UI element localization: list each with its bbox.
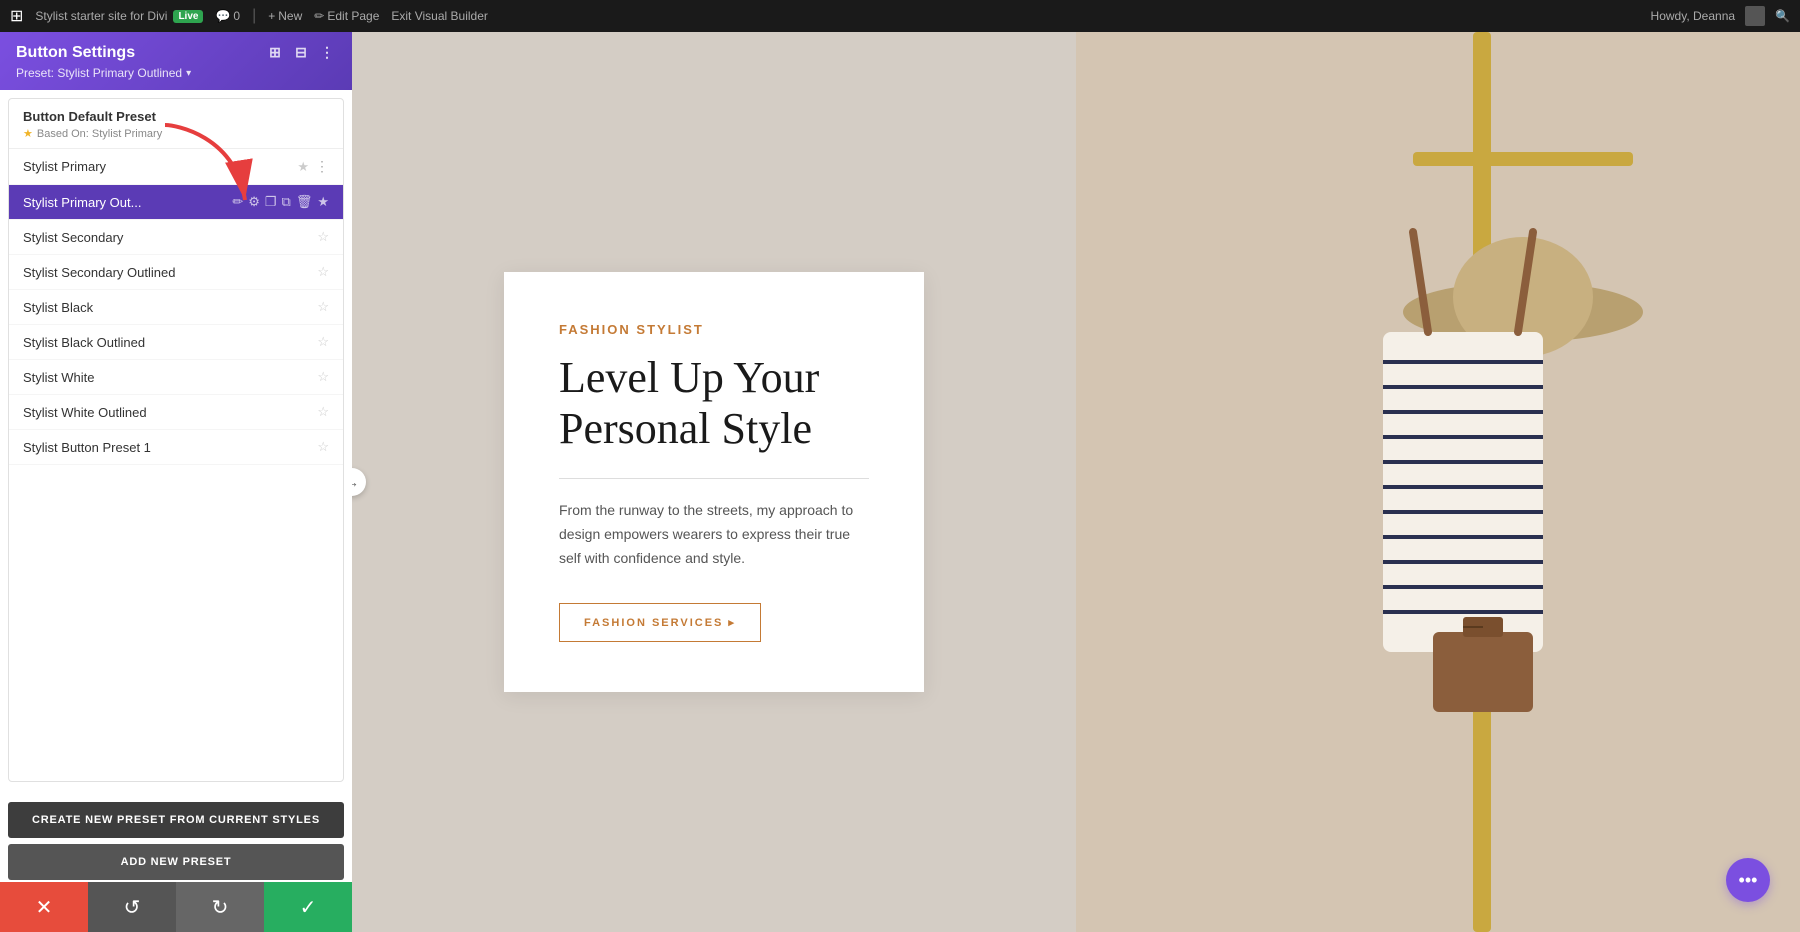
more-icon[interactable]: ⋮: [318, 44, 336, 62]
expand-icon[interactable]: ⊞: [266, 44, 284, 62]
plus-icon: +: [268, 9, 275, 23]
pencil-icon: ✏: [314, 9, 324, 23]
preset-selector[interactable]: Preset: Stylist Primary Outlined ▾: [16, 66, 336, 80]
fashion-image-svg: [1076, 32, 1800, 932]
preset-label-text: Preset: Stylist Primary Outlined: [16, 66, 182, 80]
top-bar-right: Howdy, Deanna 🔍: [1651, 6, 1790, 26]
fashion-tag: FASHION STYLIST: [559, 322, 869, 337]
preset-star-icon[interactable]: ☆: [317, 369, 329, 385]
default-preset: Button Default Preset ★ Based On: Stylis…: [9, 99, 343, 149]
preset-item-name: Stylist White Outlined: [23, 405, 311, 420]
undo-button[interactable]: ↺: [88, 882, 176, 932]
sidebar-title-text: Button Settings: [16, 44, 135, 62]
default-preset-based: ★ Based On: Stylist Primary: [23, 127, 329, 140]
preset-item-stylist-primary[interactable]: Stylist Primary ★ ⋮: [9, 149, 343, 185]
save-button[interactable]: ✓: [264, 882, 352, 932]
preset-list-container: Button Default Preset ★ Based On: Stylis…: [8, 98, 344, 782]
user-avatar: [1745, 6, 1765, 26]
create-preset-button[interactable]: CREATE NEW PRESET FROM CURRENT STYLES: [8, 802, 344, 838]
preset-item-stylist-primary-outlined[interactable]: Stylist Primary Out... ✏ ⚙ ❐ ⧉ 🗑 ★: [9, 185, 343, 220]
preset-item-stylist-black-outlined[interactable]: Stylist Black Outlined ☆: [9, 325, 343, 360]
fashion-services-button[interactable]: FASHION SERVICES ▸: [559, 603, 761, 642]
settings-preset-icon[interactable]: ⚙: [248, 194, 260, 210]
preset-star-icon[interactable]: ☆: [317, 334, 329, 350]
search-icon[interactable]: 🔍: [1775, 9, 1790, 23]
sidebar: Button Settings ⊞ ⊟ ⋮ Preset: Stylist Pr…: [0, 32, 352, 932]
preset-item-name-active: Stylist Primary Out...: [23, 195, 226, 210]
preset-star-icon[interactable]: ☆: [317, 404, 329, 420]
new-button[interactable]: + New: [268, 9, 302, 23]
exit-builder-button[interactable]: Exit Visual Builder: [391, 9, 488, 23]
comment-icon: 💬: [215, 9, 230, 23]
preset-item-name: Stylist Button Preset 1: [23, 440, 311, 455]
preset-star-icon[interactable]: ☆: [317, 264, 329, 280]
sidebar-header-icons: ⊞ ⊟ ⋮: [266, 44, 336, 62]
preset-star-icon[interactable]: ☆: [317, 439, 329, 455]
preset-item-name: Stylist White: [23, 370, 311, 385]
preset-star-icon[interactable]: ☆: [317, 229, 329, 245]
site-name-text: Stylist starter site for Divi: [35, 9, 167, 23]
delete-preset-icon[interactable]: 🗑: [296, 194, 313, 210]
site-name: Stylist starter site for Divi Live: [35, 9, 203, 23]
default-preset-star: ★: [23, 127, 33, 140]
preset-star-icon[interactable]: ☆: [317, 299, 329, 315]
undo-icon: ↺: [124, 895, 141, 920]
preset-kebab-icon[interactable]: ⋮: [315, 158, 329, 175]
preset-action-icons: ✏ ⚙ ❐ ⧉ 🗑 ★: [232, 194, 329, 210]
preset-item-stylist-white[interactable]: Stylist White ☆: [9, 360, 343, 395]
preset-item-stylist-white-outlined[interactable]: Stylist White Outlined ☆: [9, 395, 343, 430]
live-badge: Live: [173, 10, 203, 23]
preset-item-name: Stylist Secondary: [23, 230, 311, 245]
right-section: •••: [1076, 32, 1800, 932]
page-canvas: ↔ FASHION STYLIST Level Up Your Personal…: [352, 32, 1800, 932]
preset-items: Stylist Primary ★ ⋮ Stylist Primary Out.…: [9, 149, 343, 465]
headline-line1: Level Up Your: [559, 353, 819, 402]
default-preset-title: Button Default Preset: [23, 109, 329, 124]
cancel-button[interactable]: ✕: [0, 882, 88, 932]
separator: |: [252, 7, 256, 25]
howdy-user: Howdy, Deanna: [1651, 9, 1736, 23]
duplicate2-preset-icon[interactable]: ⧉: [282, 194, 291, 210]
fashion-image: •••: [1076, 32, 1800, 932]
headline-line2: Personal Style: [559, 404, 812, 453]
preset-star-icon[interactable]: ★: [297, 159, 309, 175]
preset-item-name: Stylist Black: [23, 300, 311, 315]
preset-item-stylist-button-preset-1[interactable]: Stylist Button Preset 1 ☆: [9, 430, 343, 465]
sidebar-title: Button Settings ⊞ ⊟ ⋮: [16, 44, 336, 62]
redo-button[interactable]: ↻: [176, 882, 264, 932]
white-card: FASHION STYLIST Level Up Your Personal S…: [504, 272, 924, 692]
fashion-body: From the runway to the streets, my appro…: [559, 499, 869, 570]
ellipsis-icon: •••: [1739, 870, 1758, 891]
fashion-divider: [559, 478, 869, 479]
redo-icon: ↻: [212, 895, 229, 920]
fashion-headline: Level Up Your Personal Style: [559, 353, 869, 454]
main-content: ↔ FASHION STYLIST Level Up Your Personal…: [352, 32, 1800, 932]
cancel-icon: ✕: [36, 895, 53, 920]
preset-item-name: Stylist Primary: [23, 159, 291, 174]
wp-icon[interactable]: ⊞: [10, 6, 23, 26]
preset-item-stylist-secondary-outlined[interactable]: Stylist Secondary Outlined ☆: [9, 255, 343, 290]
comments-count[interactable]: 💬 0: [215, 9, 240, 23]
preset-chevron: ▾: [186, 68, 191, 79]
edit-page-button[interactable]: ✏ Edit Page: [314, 9, 379, 23]
top-bar: ⊞ Stylist starter site for Divi Live 💬 0…: [0, 0, 1800, 32]
edit-preset-icon[interactable]: ✏: [232, 194, 243, 210]
add-preset-button[interactable]: ADD NEW PRESET: [8, 844, 344, 880]
sidebar-header: Button Settings ⊞ ⊟ ⋮ Preset: Stylist Pr…: [0, 32, 352, 90]
duplicate1-preset-icon[interactable]: ❐: [265, 194, 277, 210]
purple-fab[interactable]: •••: [1726, 858, 1770, 902]
bottom-toolbar: ✕ ↺ ↻ ✓: [0, 882, 352, 932]
preset-item-stylist-black[interactable]: Stylist Black ☆: [9, 290, 343, 325]
page-content: FASHION STYLIST Level Up Your Personal S…: [352, 32, 1800, 932]
save-icon: ✓: [300, 895, 317, 920]
columns-icon[interactable]: ⊟: [292, 44, 310, 62]
star-preset-icon[interactable]: ★: [317, 194, 329, 210]
preset-item-stylist-secondary[interactable]: Stylist Secondary ☆: [9, 220, 343, 255]
left-section: FASHION STYLIST Level Up Your Personal S…: [352, 32, 1076, 932]
preset-item-name: Stylist Secondary Outlined: [23, 265, 311, 280]
preset-item-name: Stylist Black Outlined: [23, 335, 311, 350]
